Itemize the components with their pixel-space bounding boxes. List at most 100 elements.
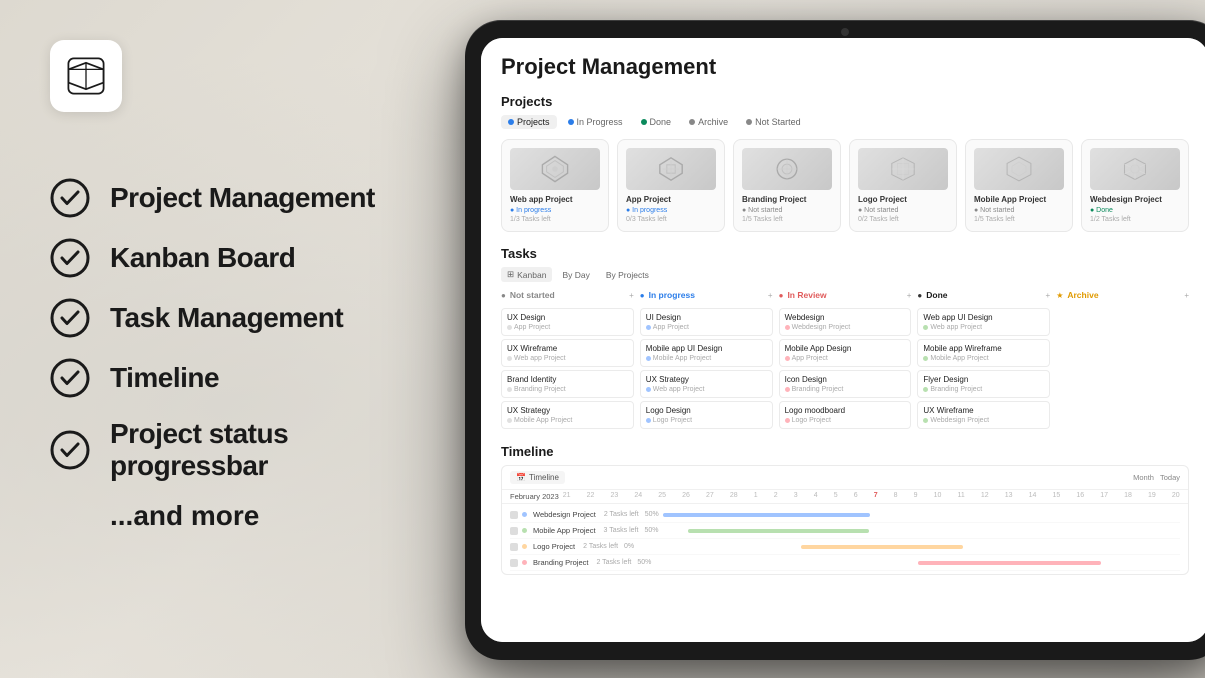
timeline-row-icon-1 — [510, 527, 518, 535]
tab-done[interactable]: Done — [634, 115, 679, 129]
timeline-date-header: February 2023 212223 242526 2728 123 456… — [502, 490, 1188, 504]
task-project-dot-0-2 — [507, 387, 512, 392]
project-status-0: ● In progress — [510, 207, 600, 214]
tab-by-projects[interactable]: By Projects — [600, 268, 655, 282]
project-card-0[interactable]: Web app Project ● In progress 1/3 Tasks … — [501, 139, 609, 232]
tab-projects[interactable]: Projects — [501, 115, 557, 129]
tab-timeline[interactable]: 📅 Timeline — [510, 471, 565, 484]
task-name-2-2: Icon Design — [785, 375, 906, 384]
in-review-bullet: ● — [779, 291, 784, 300]
project-name-5: Webdesign Project — [1090, 195, 1180, 204]
timeline-row-name-0: Webdesign Project — [533, 510, 596, 519]
projects-section-title: Projects — [501, 94, 1189, 109]
timeline-row-name-2: Logo Project — [533, 542, 575, 551]
project-name-0: Web app Project — [510, 195, 600, 204]
task-name-1-3: Logo Design — [646, 406, 767, 415]
tab-label-archive: Archive — [698, 117, 728, 127]
notion-logo — [50, 40, 122, 112]
project-status-3: ● Not started — [858, 207, 948, 214]
task-project-3-3: Webdesign Project — [923, 417, 1044, 424]
kanban-task-2-2: Icon Design Branding Project — [779, 370, 912, 398]
project-thumb-4 — [974, 148, 1064, 190]
check-icon-progress-bar — [50, 430, 90, 470]
task-project-1-1: Mobile App Project — [646, 355, 767, 362]
check-icon-timeline — [50, 358, 90, 398]
project-card-3[interactable]: Logo Project ● Not started 0/2 Tasks lef… — [849, 139, 957, 232]
timeline-controls: Month Today — [1133, 473, 1180, 482]
tablet-device: Project Management Projects Projects In … — [465, 20, 1205, 660]
kanban-col-not-started: ● Not started + UX Design App Project — [501, 290, 634, 432]
tab-dot-done — [641, 119, 647, 125]
tab-dot-not-started — [746, 119, 752, 125]
project-status-1: ● In progress — [626, 207, 716, 214]
kanban-plus-archive[interactable]: + — [1184, 291, 1189, 300]
kanban-col-in-review: ● In Review + Webdesign Webdesign Projec… — [779, 290, 912, 432]
project-name-4: Mobile App Project — [974, 195, 1064, 204]
kanban-header-not-started: ● Not started + — [501, 290, 634, 303]
timeline-bar-area-2 — [638, 544, 1180, 550]
task-project-dot-0-0 — [507, 325, 512, 330]
task-name-2-3: Logo moodboard — [785, 406, 906, 415]
kanban-task-1-0: UI Design App Project — [640, 308, 773, 336]
task-name-3-0: Web app UI Design — [923, 313, 1044, 322]
feature-label-3: Timeline — [110, 362, 219, 394]
project-thumb-2 — [742, 148, 832, 190]
kanban-task-3-0: Web app UI Design Web app Project — [917, 308, 1050, 336]
task-project-dot-0-3 — [507, 418, 512, 423]
tab-kanban[interactable]: ⊞ Kanban — [501, 267, 552, 282]
task-project-dot-0-1 — [507, 356, 512, 361]
by-projects-tab-label: By Projects — [606, 270, 649, 280]
kanban-task-1-2: UX Strategy Web app Project — [640, 370, 773, 398]
kanban-plus-in-review[interactable]: + — [907, 291, 912, 300]
kanban-task-0-2: Brand Identity Branding Project — [501, 370, 634, 398]
kanban-plus-not-started[interactable]: + — [629, 291, 634, 300]
task-project-dot-2-3 — [785, 418, 790, 423]
tab-in-progress[interactable]: In Progress — [561, 115, 630, 129]
kanban-task-3-3: UX Wireframe Webdesign Project — [917, 401, 1050, 429]
project-card-5[interactable]: Webdesign Project ● Done 1/2 Tasks left — [1081, 139, 1189, 232]
task-project-1-0: App Project — [646, 324, 767, 331]
task-project-dot-3-1 — [923, 356, 928, 361]
kanban-header-done: ● Done + — [917, 290, 1050, 303]
task-name-0-1: UX Wireframe — [507, 344, 628, 353]
month-label: Month — [1133, 473, 1154, 482]
timeline-bar-2 — [801, 545, 964, 549]
timeline-inner: 📅 Timeline Month Today February — [501, 465, 1189, 575]
timeline-row-2: Logo Project 2 Tasks left 0% — [510, 539, 1180, 555]
kanban-plus-done[interactable]: + — [1046, 291, 1051, 300]
feature-item-task-management: Task Management — [50, 292, 430, 344]
timeline-row-name-3: Branding Project — [533, 558, 588, 567]
project-card-2[interactable]: Branding Project ● Not started 1/5 Tasks… — [733, 139, 841, 232]
task-project-2-0: Webdesign Project — [785, 324, 906, 331]
task-project-3-1: Mobile App Project — [923, 355, 1044, 362]
timeline-row-icon-3 — [510, 559, 518, 567]
timeline-tab-icon: 📅 — [516, 473, 526, 482]
timeline-section-title: Timeline — [501, 444, 1189, 459]
kanban-plus-in-progress[interactable]: + — [768, 291, 773, 300]
task-name-0-3: UX Strategy — [507, 406, 628, 415]
tab-label-done: Done — [650, 117, 672, 127]
kanban-tab-icon: ⊞ — [507, 269, 514, 280]
project-card-4[interactable]: Mobile App Project ● Not started 1/5 Tas… — [965, 139, 1073, 232]
kanban-title-not-started: Not started — [510, 290, 555, 300]
kanban-tab-label: Kanban — [517, 270, 546, 280]
kanban-title-done: Done — [926, 290, 947, 300]
tab-archive[interactable]: Archive — [682, 115, 735, 129]
timeline-tab-label: Timeline — [529, 473, 559, 482]
task-name-3-1: Mobile app Wireframe — [923, 344, 1044, 353]
task-project-dot-2-1 — [785, 356, 790, 361]
task-project-dot-1-1 — [646, 356, 651, 361]
timeline-bar-area-1 — [662, 528, 1180, 534]
project-name-3: Logo Project — [858, 195, 948, 204]
tab-not-started[interactable]: Not Started — [739, 115, 808, 129]
feature-item-progress-bar: Project status progressbar — [50, 412, 430, 488]
project-card-1[interactable]: App Project ● In progress 0/3 Tasks left — [617, 139, 725, 232]
task-name-1-2: UX Strategy — [646, 375, 767, 384]
kanban-task-2-0: Webdesign Webdesign Project — [779, 308, 912, 336]
projects-grid: Web app Project ● In progress 1/3 Tasks … — [501, 139, 1189, 232]
not-started-bullet: ● — [501, 291, 506, 300]
tab-by-day[interactable]: By Day — [556, 268, 595, 282]
task-project-0-1: Web app Project — [507, 355, 628, 362]
in-progress-bullet: ● — [640, 291, 645, 300]
timeline-month: February 2023 — [510, 492, 559, 501]
